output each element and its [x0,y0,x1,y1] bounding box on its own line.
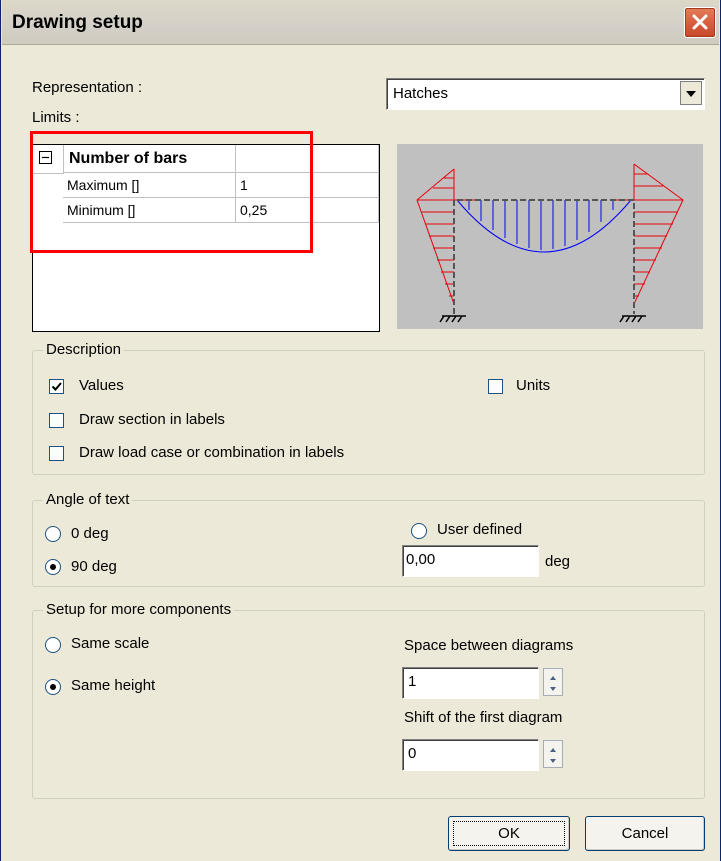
ok-label: OK [498,825,520,842]
limits-label: Limits : [32,109,80,126]
representation-value: Hatches [393,85,449,102]
components-title: Setup for more components [43,601,235,618]
representation-select[interactable]: Hatches [386,78,705,110]
spin-down-icon [550,687,556,691]
space-spinner[interactable] [543,668,563,696]
space-label: Space between diagrams [404,637,574,654]
space-spin-down[interactable] [544,682,562,693]
units-checkbox[interactable] [488,379,503,394]
same-height-label: Same height [71,677,156,694]
close-button[interactable] [684,7,716,38]
angle-user-row[interactable]: User defined [411,521,561,541]
same-height-row[interactable]: Same height [45,677,205,697]
draw-load-case-label: Draw load case or combination in labels [79,444,345,461]
cancel-button[interactable]: Cancel [585,816,705,851]
close-icon [692,14,708,30]
units-label: Units [516,377,551,394]
representation-label: Representation : [32,79,143,96]
space-value: 1 [408,673,417,690]
same-scale-radio[interactable] [45,637,61,653]
same-height-radio[interactable] [45,679,61,695]
draw-section-checkbox-row[interactable]: Draw section in labels [49,410,349,430]
angle-user-label: User defined [437,521,523,538]
draw-load-case-checkbox[interactable] [49,446,64,461]
draw-section-label: Draw section in labels [79,411,225,428]
shift-spin-up[interactable] [544,742,562,753]
ok-button[interactable]: OK [448,816,570,851]
angle-0-label: 0 deg [71,525,109,542]
shift-input[interactable]: 0 [402,739,539,771]
angle-user-value: 0,00 [406,551,436,568]
diagram-preview [397,144,703,329]
frame-diagram-image [416,163,684,323]
units-checkbox-row[interactable]: Units [488,376,608,396]
space-spin-up[interactable] [544,670,562,681]
dialog-window: Drawing setup Representation : Hatches L… [0,0,721,861]
shift-spinner[interactable] [543,740,563,768]
dialog-title: Drawing setup [12,12,143,33]
dropdown-button[interactable] [680,81,702,105]
shift-label: Shift of the first diagram [404,709,563,726]
same-scale-label: Same scale [71,635,150,652]
same-scale-row[interactable]: Same scale [45,635,205,655]
angle-user-input[interactable]: 0,00 [402,545,539,577]
radio-selected-dot [50,684,56,690]
values-checkbox-row[interactable]: Values [49,377,269,397]
angle-90-label: 90 deg [71,558,117,575]
radio-selected-dot [50,564,56,570]
check-icon [51,382,62,391]
cancel-label: Cancel [621,825,669,842]
space-input[interactable]: 1 [402,667,539,699]
angle-90-row[interactable]: 90 deg [45,557,165,577]
angle-title: Angle of text [43,491,133,508]
highlight-box [30,131,313,253]
draw-section-checkbox[interactable] [49,413,64,428]
angle-0-radio[interactable] [45,526,61,542]
angle-90-radio[interactable] [45,559,61,575]
title-bar[interactable]: Drawing setup [2,0,719,45]
values-label: Values [79,377,124,394]
angle-unit-label: deg [545,553,571,570]
spin-down-icon [550,759,556,763]
shift-value: 0 [408,745,417,762]
values-checkbox[interactable] [49,379,64,394]
description-title: Description [43,341,125,358]
draw-load-case-checkbox-row[interactable]: Draw load case or combination in labels [49,443,409,463]
angle-user-radio[interactable] [411,523,427,539]
dropdown-arrow-icon [686,91,696,97]
angle-0-row[interactable]: 0 deg [45,524,165,544]
shift-spin-down[interactable] [544,754,562,765]
